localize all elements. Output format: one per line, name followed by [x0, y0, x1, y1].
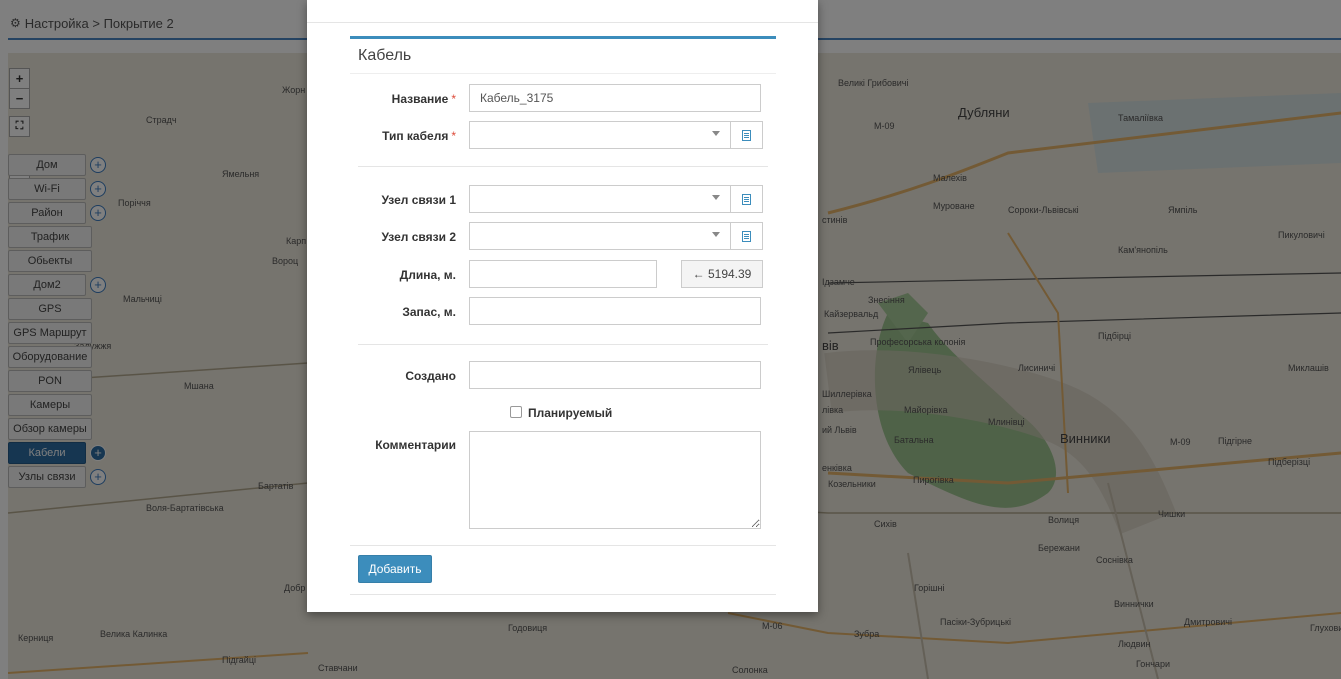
chevron-down-icon [712, 195, 720, 200]
planned-checkbox-row[interactable]: Планируемый [510, 405, 612, 421]
comments-row: Комментарии [350, 431, 776, 531]
list-icon [742, 130, 751, 141]
created-row: Создано [350, 361, 776, 391]
calc-length-button[interactable]: ← 5194.39 [681, 260, 763, 288]
divider [358, 166, 768, 167]
cable-modal: Кабель Название* Тип кабеля* Узел связи … [307, 0, 818, 612]
comments-label: Комментарии [375, 438, 456, 452]
add-button[interactable]: Добавить [358, 555, 432, 583]
planned-checkbox[interactable] [510, 406, 522, 418]
list-icon [742, 194, 751, 205]
cable-type-label: Тип кабеля * [382, 129, 456, 143]
divider [350, 545, 776, 546]
length-label: Длина, м. [399, 268, 456, 282]
cable-type-list-button[interactable] [731, 121, 763, 149]
name-input[interactable] [469, 84, 761, 112]
divider [358, 344, 768, 345]
cable-type-row: Тип кабеля * [350, 121, 776, 151]
comments-textarea[interactable] [469, 431, 761, 529]
name-label: Название * [391, 92, 456, 106]
node1-select[interactable] [469, 185, 731, 213]
chevron-down-icon [712, 232, 720, 237]
planned-label: Планируемый [528, 406, 613, 420]
name-row: Название * [350, 84, 776, 114]
node1-row: Узел связи 1 [350, 185, 776, 215]
chevron-down-icon [712, 131, 720, 136]
length-input[interactable] [469, 260, 657, 288]
node1-label: Узел связи 1 [381, 193, 456, 207]
reserve-input[interactable] [469, 297, 761, 325]
length-row: Длина, м. ← 5194.39 [350, 260, 776, 290]
created-input[interactable] [469, 361, 761, 389]
node2-row: Узел связи 2 [350, 222, 776, 252]
list-icon [742, 231, 751, 242]
cable-form: Кабель Название* Тип кабеля* Узел связи … [350, 36, 776, 595]
reserve-row: Запас, м. [350, 297, 776, 327]
node2-label: Узел связи 2 [381, 230, 456, 244]
created-label: Создано [405, 369, 456, 383]
node2-select[interactable] [469, 222, 731, 250]
cable-type-select[interactable] [469, 121, 731, 149]
reserve-label: Запас, м. [402, 305, 456, 319]
node1-list-button[interactable] [731, 185, 763, 213]
modal-header [307, 0, 818, 23]
form-title: Кабель [350, 39, 776, 74]
node2-list-button[interactable] [731, 222, 763, 250]
